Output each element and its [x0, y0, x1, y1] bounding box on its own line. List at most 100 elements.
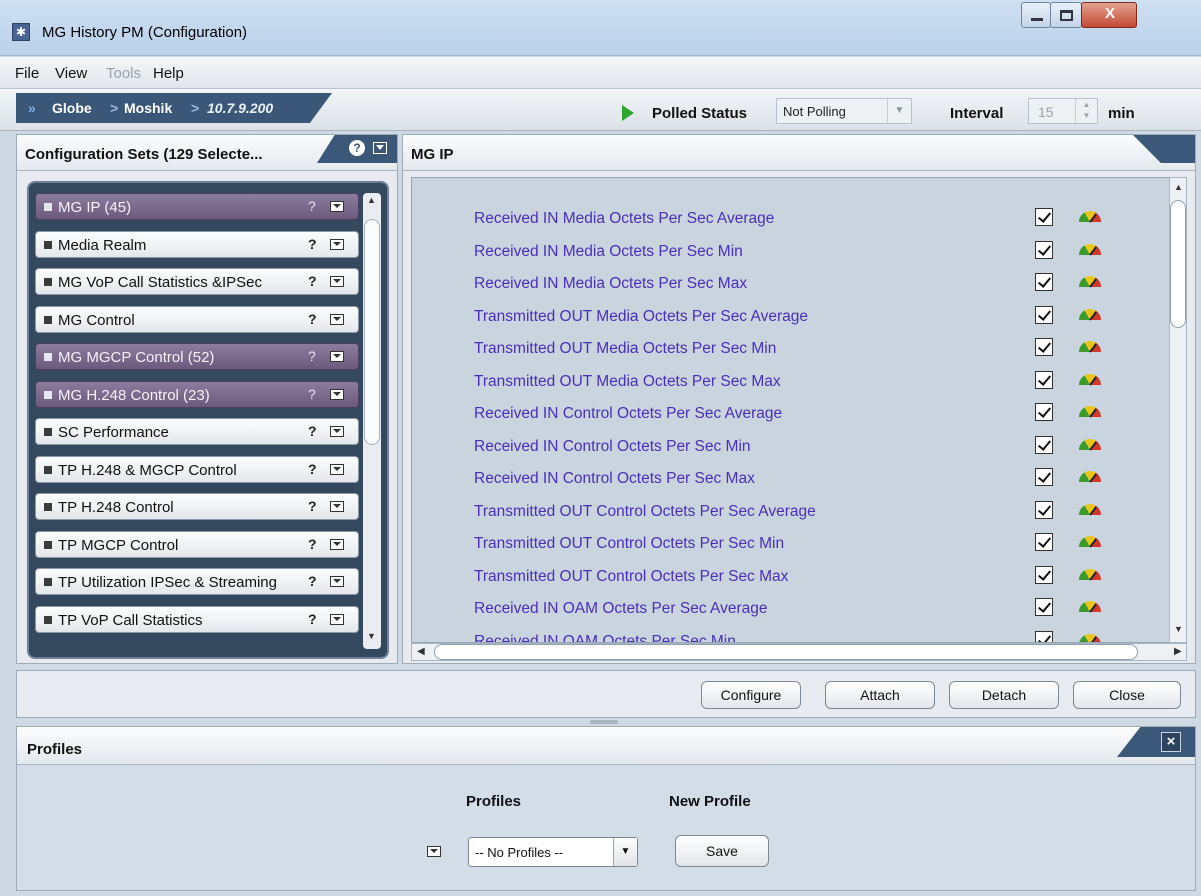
profile-select[interactable]: -- No Profiles -- ▼ [468, 837, 638, 867]
gauge-icon[interactable] [1079, 503, 1101, 515]
metric-checkbox[interactable] [1035, 435, 1053, 454]
gauge-icon[interactable] [1079, 308, 1101, 320]
dropdown-menu-icon[interactable] [330, 351, 344, 362]
play-icon[interactable] [622, 105, 634, 121]
dropdown-menu-icon[interactable] [330, 276, 344, 287]
detach-button[interactable]: Detach [949, 681, 1059, 709]
menu-help[interactable]: Help [153, 65, 184, 82]
gauge-icon[interactable] [1079, 633, 1101, 642]
metric-checkbox[interactable] [1035, 273, 1053, 291]
dropdown-menu-icon[interactable] [330, 501, 344, 512]
metric-checkbox[interactable] [1035, 338, 1053, 356]
window-close-button[interactable]: X [1081, 2, 1137, 28]
config-set-item[interactable]: MG VoP Call Statistics &IPSec? [35, 268, 359, 295]
metrics-horizontal-scrollbar[interactable]: ◀ ▶ [411, 643, 1187, 661]
config-set-item[interactable]: Media Realm? [35, 230, 359, 258]
metric-checkbox[interactable] [1035, 403, 1053, 421]
config-set-item[interactable]: TP VoP Call Statistics? [35, 605, 359, 633]
help-icon[interactable]: ? [349, 140, 365, 156]
dropdown-menu-icon[interactable] [373, 142, 387, 154]
gauge-icon[interactable] [1079, 373, 1101, 385]
help-icon[interactable]: ? [308, 311, 317, 327]
breadcrumb-item-moshik[interactable]: Moshik [124, 100, 172, 116]
config-set-item[interactable]: MG H.248 Control (23)? [35, 380, 359, 408]
scroll-left-icon[interactable]: ◀ [417, 646, 425, 657]
help-icon[interactable]: ? [308, 536, 317, 552]
metric-checkbox[interactable] [1035, 208, 1053, 226]
metric-checkbox[interactable] [1035, 500, 1053, 519]
gauge-icon[interactable] [1079, 601, 1101, 612]
gauge-icon[interactable] [1079, 341, 1101, 352]
interval-spinner[interactable]: 15 ▲ ▼ [1028, 98, 1098, 124]
help-icon[interactable]: ? [308, 461, 317, 477]
list-scrollbar[interactable]: ▲ ▼ [363, 193, 381, 649]
dropdown-menu-icon[interactable] [330, 426, 344, 437]
config-set-item[interactable]: MG IP (45)? [35, 193, 359, 220]
scroll-up-icon[interactable]: ▲ [367, 195, 376, 205]
scrollbar-thumb[interactable] [364, 219, 380, 445]
breadcrumb-item-ip[interactable]: 10.7.9.200 [207, 100, 273, 116]
minimize-button[interactable] [1021, 2, 1051, 28]
spinner-arrows-icon[interactable]: ▲ ▼ [1075, 99, 1097, 123]
save-button[interactable]: Save [675, 835, 769, 867]
maximize-button[interactable] [1050, 2, 1082, 28]
breadcrumb-item-globe[interactable]: Globe [52, 100, 92, 116]
config-set-item[interactable]: TP Utilization IPSec & Streaming? [35, 568, 359, 595]
scroll-right-icon[interactable]: ▶ [1174, 646, 1182, 657]
help-icon[interactable]: ? [308, 573, 317, 589]
scrollbar-thumb[interactable] [1170, 200, 1186, 328]
gauge-icon[interactable] [1079, 568, 1101, 580]
close-icon[interactable]: × [1161, 732, 1181, 752]
attach-button[interactable]: Attach [825, 681, 935, 709]
configure-button[interactable]: Configure [701, 681, 801, 709]
dropdown-menu-icon[interactable] [330, 313, 344, 325]
help-icon[interactable]: ? [308, 198, 316, 214]
metric-checkbox[interactable] [1035, 305, 1053, 324]
help-icon[interactable]: ? [308, 273, 317, 289]
help-icon[interactable]: ? [308, 423, 317, 439]
metric-checkbox[interactable] [1035, 468, 1053, 486]
config-set-item[interactable]: TP H.248 Control? [35, 493, 359, 520]
help-icon[interactable]: ? [308, 236, 317, 252]
gauge-icon[interactable] [1079, 276, 1101, 287]
help-icon[interactable]: ? [308, 348, 316, 364]
help-icon[interactable]: ? [308, 611, 317, 627]
scrollbar-thumb[interactable] [434, 644, 1138, 660]
dropdown-menu-icon[interactable] [330, 388, 344, 400]
metrics-vertical-scrollbar[interactable]: ▲ ▼ [1169, 177, 1187, 643]
config-set-item[interactable]: MG Control? [35, 305, 359, 333]
dropdown-menu-icon[interactable] [330, 201, 344, 212]
dropdown-menu-icon[interactable] [330, 576, 344, 587]
config-set-item[interactable]: SC Performance? [35, 418, 359, 445]
config-set-item[interactable]: TP H.248 & MGCP Control? [35, 455, 359, 483]
gauge-icon[interactable] [1079, 438, 1101, 450]
gauge-icon[interactable] [1079, 211, 1101, 222]
metric-checkbox[interactable] [1035, 565, 1053, 584]
dropdown-menu-icon[interactable] [330, 238, 344, 250]
splitter-handle[interactable] [590, 720, 618, 724]
dropdown-menu-icon[interactable] [330, 463, 344, 475]
dropdown-menu-icon[interactable] [330, 613, 344, 625]
scroll-down-icon[interactable]: ▼ [1174, 624, 1183, 634]
metric-checkbox[interactable] [1035, 630, 1053, 642]
menu-file[interactable]: File [15, 65, 39, 82]
gauge-icon[interactable] [1079, 471, 1101, 482]
config-set-item[interactable]: TP MGCP Control? [35, 530, 359, 558]
scroll-down-icon[interactable]: ▼ [367, 631, 376, 641]
metric-checkbox[interactable] [1035, 370, 1053, 389]
menu-view[interactable]: View [55, 65, 87, 82]
help-icon[interactable]: ? [308, 498, 317, 514]
dropdown-menu-icon[interactable] [330, 538, 344, 550]
metric-checkbox[interactable] [1035, 240, 1053, 259]
help-icon[interactable]: ? [308, 386, 316, 402]
metric-checkbox[interactable] [1035, 598, 1053, 616]
close-button[interactable]: Close [1073, 681, 1181, 709]
gauge-icon[interactable] [1079, 243, 1101, 255]
gauge-icon[interactable] [1079, 536, 1101, 547]
config-set-item[interactable]: MG MGCP Control (52)? [35, 343, 359, 370]
dropdown-menu-icon[interactable] [427, 846, 441, 857]
gauge-icon[interactable] [1079, 406, 1101, 417]
scroll-up-icon[interactable]: ▲ [1174, 182, 1183, 192]
metric-checkbox[interactable] [1035, 533, 1053, 551]
polled-status-select[interactable]: Not Polling ▼ [776, 98, 912, 124]
